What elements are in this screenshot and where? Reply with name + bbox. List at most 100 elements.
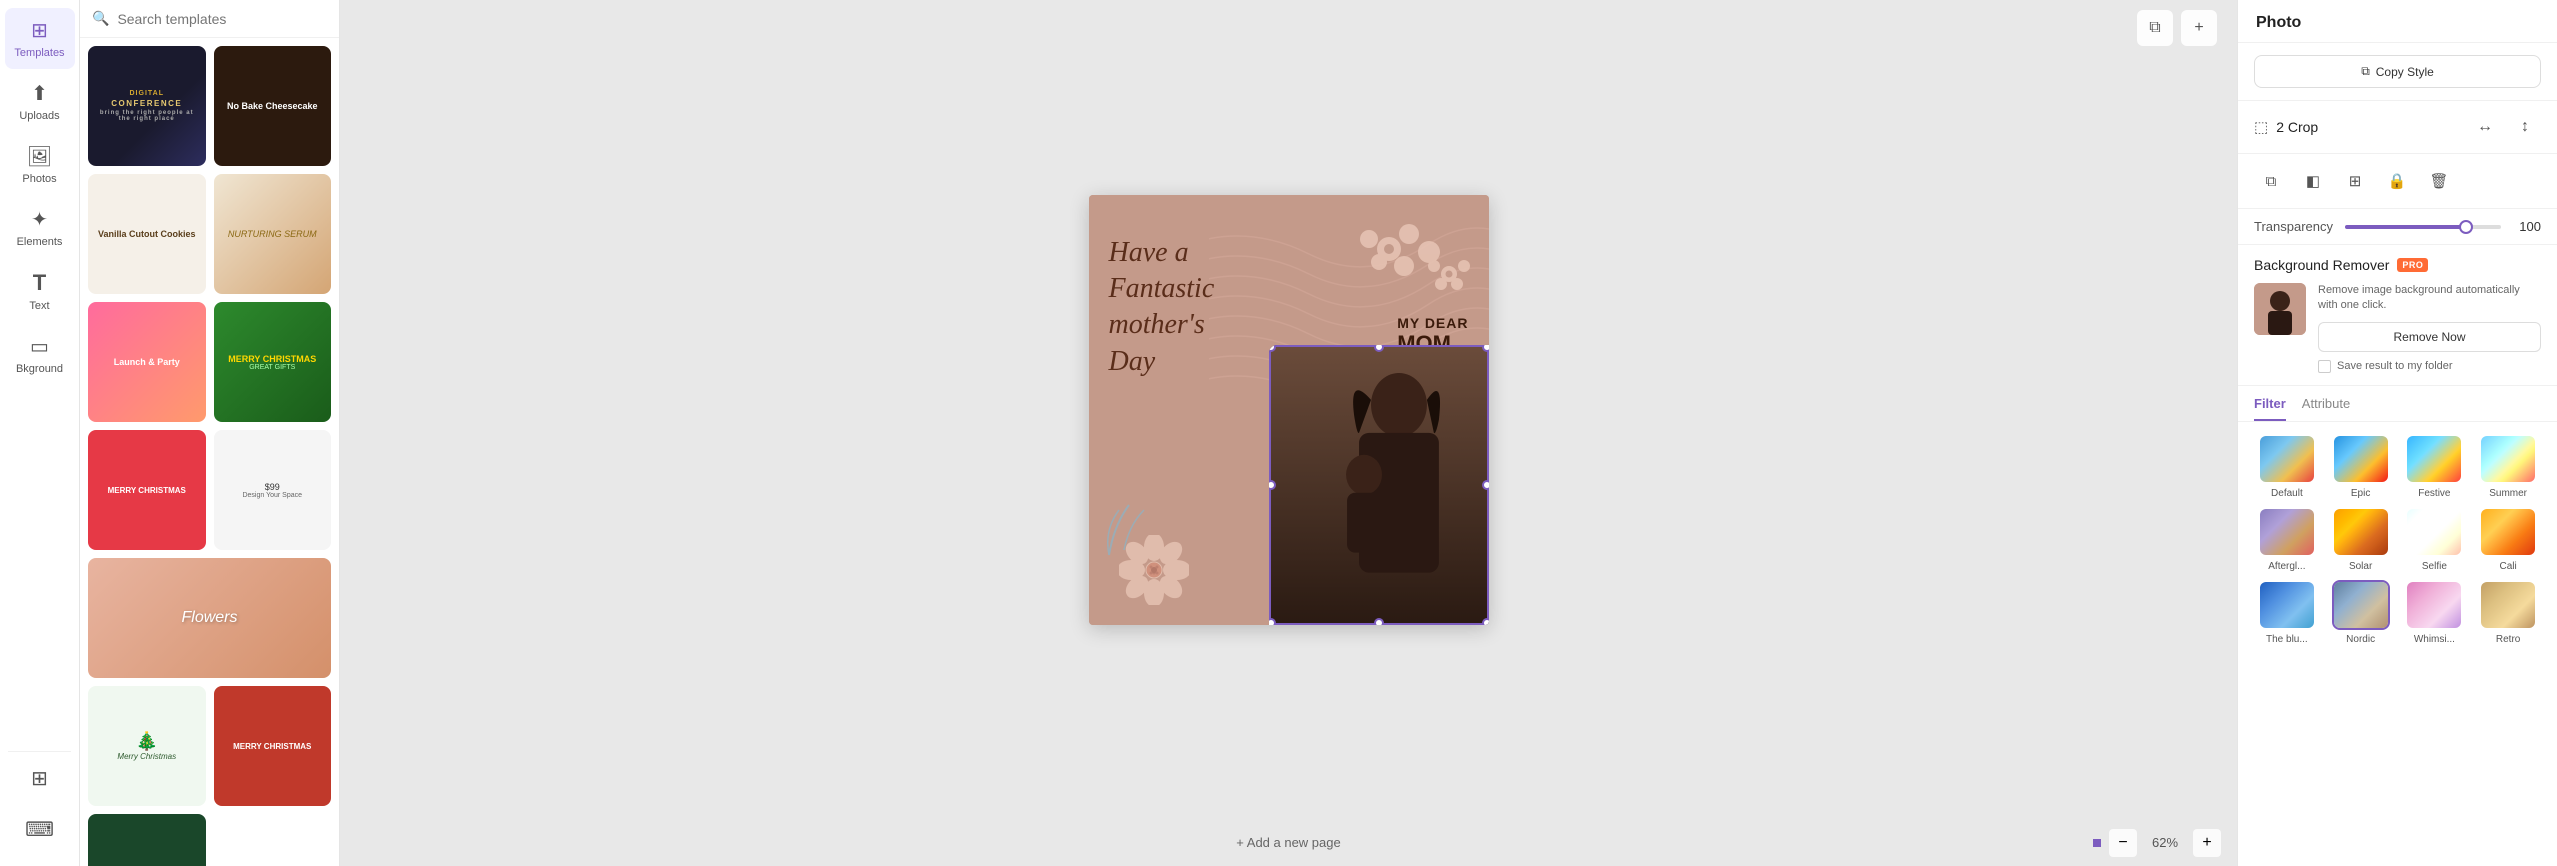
- filter-item-aftergl[interactable]: Aftergl...: [2254, 507, 2320, 572]
- template-card-serum[interactable]: NURTURING SERUM: [214, 174, 332, 294]
- crop-row: ⬚ 2 Crop ↔ ↕: [2238, 101, 2557, 154]
- template-serum-label: NURTURING SERUM: [228, 229, 317, 239]
- panel-title: Photo: [2256, 14, 2301, 31]
- slider-thumb: [2459, 220, 2473, 234]
- sidebar-item-uploads[interactable]: ⬆ Uploads: [5, 71, 75, 132]
- sidebar-item-photos[interactable]: 🖼 Photos: [5, 134, 75, 195]
- sidebar-item-templates[interactable]: ⊞ Templates: [5, 8, 75, 69]
- template-card-launch[interactable]: Launch & Party: [88, 302, 206, 422]
- filter-item-summer[interactable]: Summer: [2475, 434, 2541, 499]
- filter-preview-retro: [2479, 580, 2537, 630]
- template-chair-sub: Design Your Space: [242, 492, 302, 499]
- card-line4: Day: [1109, 344, 1215, 380]
- bg-remover-title: Background Remover: [2254, 257, 2389, 273]
- filter-item-solar[interactable]: Solar: [2328, 507, 2394, 572]
- template-flowers-label: Flowers: [181, 609, 237, 627]
- filter-item-festive[interactable]: Festive: [2402, 434, 2468, 499]
- search-input[interactable]: [117, 11, 327, 27]
- keyboard-icon: ⌨: [25, 817, 54, 842]
- copy-icon-button[interactable]: ⧉: [2254, 164, 2288, 198]
- crop-flip-h-button[interactable]: ↔: [2469, 111, 2501, 143]
- card-dear: MY DEAR: [1397, 315, 1468, 331]
- add-page-button[interactable]: + Add a new page: [1226, 825, 1350, 860]
- template-card-flowers[interactable]: Flowers: [88, 558, 331, 678]
- sidebar-uploads-label: Uploads: [19, 110, 59, 122]
- background-icon: ▭: [30, 334, 49, 359]
- filter-item-epic[interactable]: Epic: [2328, 434, 2394, 499]
- canvas-area[interactable]: Have a Fantastic mother's Day MY DEAR MO…: [340, 0, 2237, 819]
- template-card-wreath[interactable]: 🎄 Merry Christmas: [88, 686, 206, 806]
- templates-icon: ⊞: [31, 18, 48, 43]
- sidebar-item-background[interactable]: ▭ Bkground: [5, 324, 75, 385]
- filter-item-bluish[interactable]: The blu...: [2254, 580, 2320, 645]
- template-card-christmas1[interactable]: MERRY CHRISTMAS GREAT GIFTS: [214, 302, 332, 422]
- card-photo[interactable]: [1269, 345, 1489, 625]
- left-sidebar: ⊞ Templates ⬆ Uploads 🖼 Photos ✦ Element…: [0, 0, 80, 866]
- filter-item-default[interactable]: Default: [2254, 434, 2320, 499]
- lock-icon-button[interactable]: 🔒: [2380, 164, 2414, 198]
- uploads-icon: ⬆: [31, 81, 48, 106]
- template-cookies-label: Vanilla Cutout Cookies: [98, 229, 196, 239]
- sidebar-item-text[interactable]: T Text: [5, 260, 75, 322]
- align-icon-button[interactable]: ⊞: [2338, 164, 2372, 198]
- template-card-santa[interactable]: MERRY CHRISTMAS: [88, 430, 206, 550]
- sidebar-item-keyboard[interactable]: ⌨: [5, 807, 75, 856]
- filter-label-default: Default: [2271, 488, 2303, 499]
- filter-item-cali[interactable]: Cali: [2475, 507, 2541, 572]
- crop-icon: ⬚: [2254, 118, 2268, 136]
- filter-preview-nordic: [2332, 580, 2390, 630]
- bg-remover-header: Background Remover PRO: [2254, 257, 2541, 273]
- template-card-cookies[interactable]: Vanilla Cutout Cookies: [88, 174, 206, 294]
- template-card-cheesecake[interactable]: No Bake Cheesecake: [214, 46, 332, 166]
- action-row-copystyle: ⧉ Copy Style: [2238, 43, 2557, 101]
- template-card-christmas2[interactable]: MERRY CHRISTMAS: [214, 686, 332, 806]
- apps-icon: ⊞: [31, 766, 48, 791]
- template-card-chair[interactable]: $99 Design Your Space: [214, 430, 332, 550]
- tab-filter[interactable]: Filter: [2254, 396, 2286, 421]
- template-conference-label: CONFERENCE: [111, 99, 182, 108]
- template-christmas2-label: MERRY CHRISTMAS: [233, 742, 311, 751]
- tab-attribute[interactable]: Attribute: [2302, 396, 2350, 421]
- search-icon: 🔍: [92, 10, 109, 27]
- crop-flip-v-button[interactable]: ↕: [2509, 111, 2541, 143]
- right-panel: Photo ⧉ Copy Style ⬚ 2 Crop ↔ ↕ ⧉ ◧ ⊞ 🔒 …: [2237, 0, 2557, 866]
- sidebar-background-label: Bkground: [16, 363, 63, 375]
- delete-icon-button[interactable]: 🗑: [2422, 164, 2456, 198]
- filter-item-nordic[interactable]: Nordic: [2328, 580, 2394, 645]
- filter-item-whimsi[interactable]: Whimsi...: [2402, 580, 2468, 645]
- filter-thumb-festive: [2407, 436, 2461, 482]
- save-result-checkbox[interactable]: [2318, 360, 2331, 373]
- card-line1: Have a: [1109, 235, 1215, 271]
- transparency-slider[interactable]: [2345, 225, 2501, 229]
- filter-item-selfie[interactable]: Selfie: [2402, 507, 2468, 572]
- layers-icon-button[interactable]: ◧: [2296, 164, 2330, 198]
- zoom-out-button[interactable]: −: [2109, 829, 2137, 857]
- filter-thumb-cali: [2481, 509, 2535, 555]
- bg-remover-body: Remove image background automatically wi…: [2254, 283, 2541, 373]
- template-card-xmas3[interactable]: MERRY CHRISTMAS: [88, 814, 206, 866]
- sidebar-item-apps[interactable]: ⊞: [5, 756, 75, 805]
- sidebar-item-label: Templates: [14, 47, 64, 59]
- sidebar-elements-label: Elements: [17, 236, 63, 248]
- templates-panel: 🔍 DIGITAL CONFERENCE bring the right peo…: [80, 0, 340, 866]
- copy-style-button[interactable]: ⧉ Copy Style: [2254, 55, 2541, 88]
- filter-thumb-whimsi: [2407, 582, 2461, 628]
- duplicate-button[interactable]: ⧉: [2137, 10, 2173, 46]
- filter-label-retro: Retro: [2496, 634, 2520, 645]
- filter-preview-default: [2258, 434, 2316, 484]
- remove-now-button[interactable]: Remove Now: [2318, 322, 2541, 352]
- template-gifts: GREAT GIFTS: [249, 364, 295, 371]
- template-card-conference[interactable]: DIGITAL CONFERENCE bring the right peopl…: [88, 46, 206, 166]
- filter-preview-selfie: [2405, 507, 2463, 557]
- filter-preview-summer: [2479, 434, 2537, 484]
- card-line2: Fantastic: [1109, 271, 1215, 307]
- filter-thumb-summer: [2481, 436, 2535, 482]
- filter-item-retro[interactable]: Retro: [2475, 580, 2541, 645]
- add-element-button[interactable]: +: [2181, 10, 2217, 46]
- template-sub: bring the right people at the right plac…: [94, 110, 200, 122]
- filter-preview-epic: [2332, 434, 2390, 484]
- card-bottom-flower-svg: [1119, 535, 1189, 605]
- zoom-in-button[interactable]: +: [2193, 829, 2221, 857]
- filter-tabs-row: Filter Attribute: [2238, 386, 2557, 422]
- sidebar-item-elements[interactable]: ✦ Elements: [5, 197, 75, 258]
